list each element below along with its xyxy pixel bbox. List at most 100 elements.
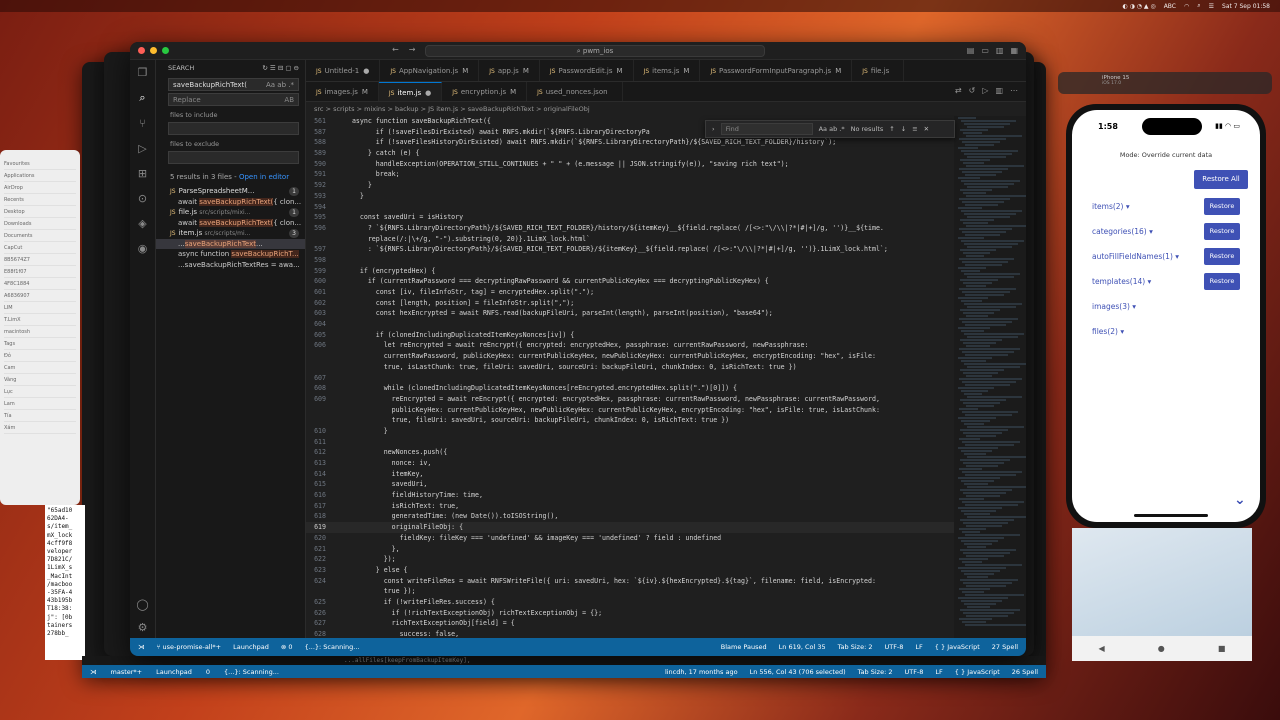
finder-sidebar-item[interactable]: 8B5674Z7 [4, 254, 76, 266]
run-icon[interactable]: ▷ [982, 86, 988, 95]
forward-arrow-icon[interactable]: → [409, 45, 416, 54]
remote-indicator-icon[interactable]: ⋊ [138, 643, 145, 651]
branch-indicator[interactable]: master*+ [111, 668, 143, 676]
search-result-file[interactable]: JS ParseSpreadsheetM... 1 [156, 186, 305, 197]
menubar-clock[interactable]: Sat 7 Sep 01:58 [1222, 3, 1270, 10]
indentation[interactable]: Tab Size: 2 [838, 643, 873, 651]
wifi-icon[interactable]: ◠ [1184, 3, 1189, 10]
zoom-button[interactable] [162, 47, 169, 54]
finder-sidebar-item[interactable]: Vàng [4, 374, 76, 386]
finder-sidebar-item[interactable]: Documents [4, 230, 76, 242]
blame-indicator[interactable]: lincdh, 17 months ago [665, 668, 738, 676]
restore-button[interactable]: Restore [1204, 273, 1240, 290]
command-center[interactable]: ⌕ pwm_ios [425, 45, 765, 57]
back-icon[interactable]: ◀ [1099, 644, 1105, 653]
explorer-icon[interactable]: ❐ [138, 66, 148, 79]
split-editor-icon[interactable]: ▥ [995, 86, 1003, 95]
extensions-icon[interactable]: ⊞ [138, 167, 147, 180]
spell-check[interactable]: 26 Spell [1012, 668, 1038, 676]
editor-tab[interactable]: JS Untitled-1 ● [306, 60, 381, 81]
finder-sidebar-item[interactable]: Tía [4, 410, 76, 422]
restore-button[interactable]: Restore [1204, 248, 1240, 265]
finder-sidebar-item[interactable]: AirDrop [4, 182, 76, 194]
editor-tab[interactable]: JS PasswordFormInputParagraph.js M [700, 60, 853, 81]
close-button[interactable] [138, 47, 145, 54]
line-endings[interactable]: LF [935, 668, 942, 676]
finder-sidebar-item[interactable]: Lam [4, 398, 76, 410]
collection-dropdown[interactable]: files(2) ▾ [1092, 327, 1192, 336]
editor-tab[interactable]: JS PasswordEdit.js M [540, 60, 634, 81]
toggle-replace-icon[interactable]: › [712, 125, 715, 133]
search-icon[interactable]: ⌕ [139, 91, 145, 105]
home-indicator[interactable] [1134, 514, 1208, 517]
run-debug-icon[interactable]: ▷ [138, 142, 146, 155]
finder-sidebar-item[interactable]: Desktop [4, 206, 76, 218]
source-control-icon[interactable]: ⑂ [139, 117, 146, 130]
input-source[interactable]: ABC [1164, 3, 1176, 10]
search-result-match[interactable]: ...saveBackupRichText... [156, 238, 305, 249]
encoding[interactable]: UTF-8 [904, 668, 923, 676]
restore-button[interactable]: Restore [1204, 198, 1240, 215]
search-result-match[interactable]: ...saveBackupRichTextRes = awa... [156, 260, 305, 271]
minimap[interactable] [954, 116, 1026, 638]
collection-dropdown[interactable]: items(2) ▾ [1092, 202, 1192, 211]
next-match-icon[interactable]: ↓ [901, 125, 906, 133]
search-result-file[interactable]: JS file.js src/scripts/mixi... 1 [156, 207, 305, 218]
launchpad-indicator[interactable]: Launchpad [156, 668, 192, 676]
problems-indicator[interactable]: 0 [206, 668, 210, 676]
search-result-file[interactable]: JS item.js src/scripts/mi... 3 [156, 228, 305, 239]
finder-sidebar-item[interactable]: Cam [4, 362, 76, 374]
files-include-input[interactable] [168, 122, 299, 135]
finder-sidebar-item[interactable]: CapCut [4, 242, 76, 254]
problems-indicator[interactable]: ⊗ 0 [281, 643, 293, 651]
editor-tab[interactable]: JS app.js M [479, 60, 540, 81]
branch-indicator[interactable]: ⑂ use-promise-all*+ [157, 643, 222, 651]
gitlens-icon[interactable]: ◉ [138, 242, 148, 255]
finder-sidebar-item[interactable]: Favourites [4, 158, 76, 170]
control-center-icon[interactable]: ☰ [1209, 3, 1214, 10]
customize-layout-icon[interactable]: ▦ [1010, 46, 1018, 55]
search-input[interactable]: saveBackupRichText(Aa ab .* [168, 78, 299, 91]
collection-dropdown[interactable]: categories(16) ▾ [1092, 227, 1192, 236]
search-options[interactable]: Aa ab .* [266, 79, 294, 90]
docker-icon[interactable]: ◈ [138, 217, 146, 230]
chevron-down-icon[interactable]: ⌄ [1234, 492, 1246, 508]
code-editor[interactable]: 561 async function saveBackupRichText({5… [306, 116, 954, 638]
replace-input[interactable]: Replace AB [168, 93, 299, 106]
close-find-icon[interactable]: ✕ [924, 125, 929, 133]
finder-sidebar-item[interactable]: Applications [4, 170, 76, 182]
restore-button[interactable]: Restore [1204, 223, 1240, 240]
revert-icon[interactable]: ↺ [969, 86, 976, 95]
home-icon[interactable]: ● [1158, 644, 1165, 653]
collection-dropdown[interactable]: autoFillFieldNames(1) ▾ [1092, 252, 1192, 261]
toggle-panel-icon[interactable]: ▭ [981, 46, 989, 55]
compare-icon[interactable]: ⇄ [955, 86, 962, 95]
preserve-case-toggle[interactable]: AB [284, 94, 294, 105]
editor-tab[interactable]: JS item.js ● [378, 82, 443, 101]
open-in-editor-link[interactable]: Open in editor [239, 173, 289, 181]
search-icon[interactable]: ⌕ [1197, 2, 1200, 10]
cursor-position[interactable]: Ln 619, Col 35 [779, 643, 826, 651]
blame-indicator[interactable]: Blame Paused [721, 643, 767, 651]
finder-sidebar-item[interactable]: T.LimX [4, 314, 76, 326]
settings-gear-icon[interactable]: ⚙ [138, 621, 148, 634]
editor-tab[interactable]: JS encryption.js M [442, 82, 528, 101]
language-mode[interactable]: { } JavaScript [935, 643, 980, 651]
finder-sidebar-item[interactable]: E88f1f07 [4, 266, 76, 278]
editor-tab[interactable]: JS AppNavigation.js M [380, 60, 480, 81]
find-input[interactable]: Find [720, 123, 813, 135]
toggle-secondary-sidebar-icon[interactable]: ▥ [996, 46, 1004, 55]
recents-icon[interactable]: ■ [1218, 644, 1226, 653]
collection-dropdown[interactable]: images(3) ▾ [1092, 302, 1192, 311]
menubar-status-icons[interactable]: ◐ ◑ ◔ ▲ ◎ [1123, 3, 1156, 10]
finder-sidebar-item[interactable]: Tags [4, 338, 76, 350]
finder-sidebar-item[interactable]: 4F8C1884 [4, 278, 76, 290]
breadcrumb[interactable]: src > scripts > mixins > backup > JS ite… [306, 102, 1026, 116]
language-mode[interactable]: { } JavaScript [955, 668, 1000, 676]
search-actions[interactable]: ↻ ☰ ⊟ ▢ ⊖ [262, 60, 299, 76]
prev-match-icon[interactable]: ↑ [889, 125, 894, 133]
finder-sidebar-item[interactable]: A6836907 [4, 290, 76, 302]
find-in-selection-icon[interactable]: ≡ [912, 125, 917, 133]
remote-icon[interactable]: ⊙ [138, 192, 147, 205]
indentation[interactable]: Tab Size: 2 [858, 668, 893, 676]
